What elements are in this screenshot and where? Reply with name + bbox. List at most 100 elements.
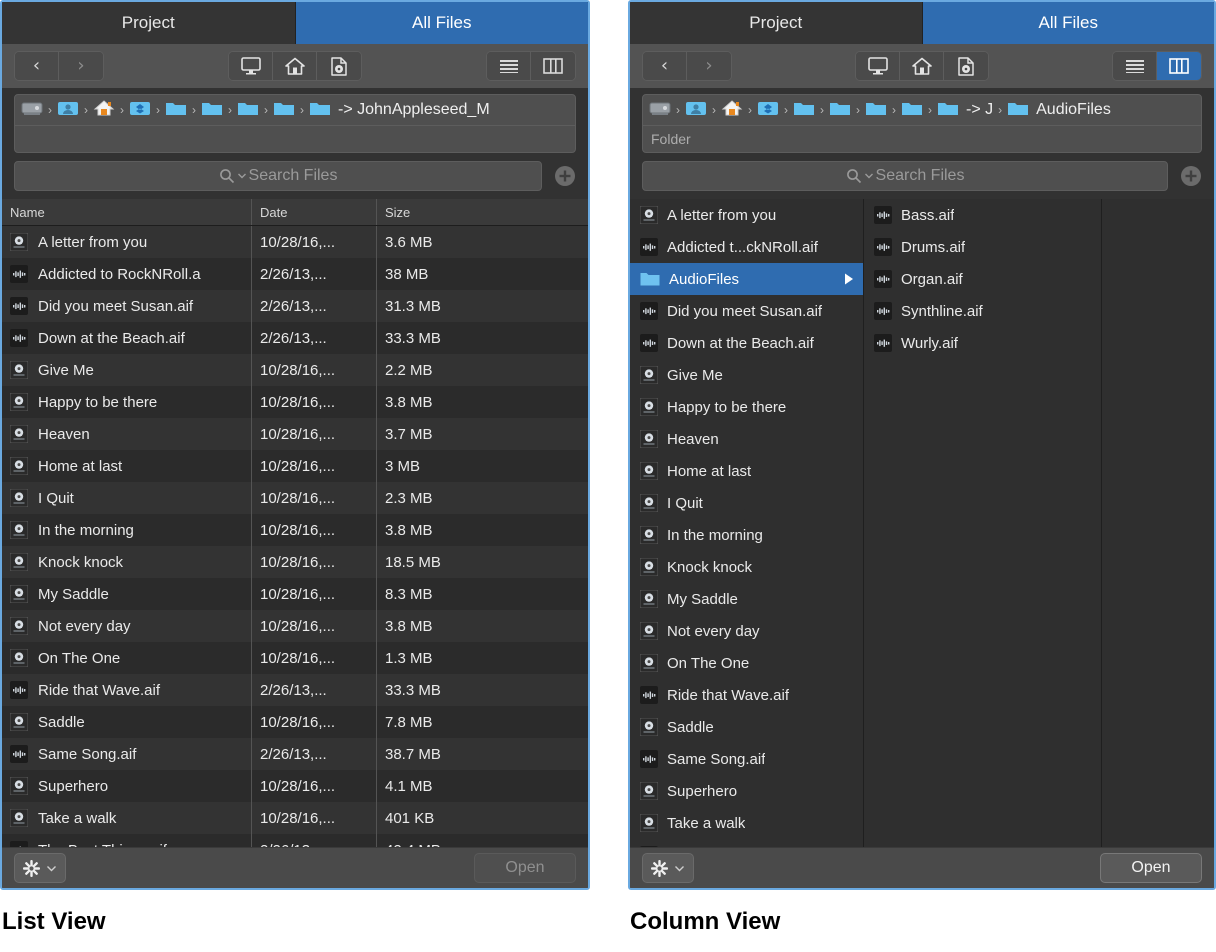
add-button-column[interactable] xyxy=(1180,165,1202,187)
table-row[interactable]: Heaven 10/28/16,... 3.7 MB xyxy=(2,418,588,450)
table-row[interactable]: Did you meet Susan.aif 2/26/13,... 31.3 MB xyxy=(2,290,588,322)
column-row[interactable]: The Best Things.aif xyxy=(630,839,863,847)
options-menu-button-list[interactable] xyxy=(14,853,66,883)
column-row[interactable]: Down at the Beach.aif xyxy=(630,327,863,359)
folder-icon[interactable] xyxy=(273,99,295,122)
table-row[interactable]: Happy to be there 10/28/16,... 3.8 MB xyxy=(2,386,588,418)
tab-all-files-list[interactable]: All Files xyxy=(295,2,588,44)
tab-project-column[interactable]: Project xyxy=(630,2,923,44)
column-header-date[interactable]: Date xyxy=(252,199,377,225)
folder-icon[interactable] xyxy=(793,99,815,122)
table-row[interactable]: A letter from you 10/28/16,... 3.6 MB xyxy=(2,226,588,258)
folder-icon[interactable] xyxy=(865,99,887,122)
column-row[interactable]: Addicted t...ckNRoll.aif xyxy=(630,231,863,263)
folder-icon[interactable] xyxy=(1007,99,1029,122)
cell-name: In the morning xyxy=(2,514,252,546)
column-row[interactable]: Home at last xyxy=(630,455,863,487)
path-bar-column[interactable]: › › › › › › › › -> J › AudioFiles xyxy=(643,95,1201,125)
folder-icon[interactable] xyxy=(309,99,331,122)
open-button-column[interactable]: Open xyxy=(1100,853,1202,883)
table-row[interactable]: Down at the Beach.aif 2/26/13,... 33.3 MB xyxy=(2,322,588,354)
column-row[interactable]: On The One xyxy=(630,647,863,679)
column-header-name[interactable]: Name xyxy=(2,199,252,225)
table-row[interactable]: Addicted to RockNRoll.a 2/26/13,... 38 MB xyxy=(2,258,588,290)
folder-icon[interactable] xyxy=(901,99,923,122)
folder-icon[interactable] xyxy=(237,99,259,122)
dropbox-folder-icon[interactable] xyxy=(757,99,779,122)
table-row[interactable]: Take a walk 10/28/16,... 401 KB xyxy=(2,802,588,834)
table-row[interactable]: On The One 10/28/16,... 1.3 MB xyxy=(2,642,588,674)
column-view-button-list[interactable] xyxy=(531,52,575,80)
column-row[interactable]: Give Me xyxy=(630,359,863,391)
open-button-list[interactable]: Open xyxy=(474,853,576,883)
tab-all-files-column[interactable]: All Files xyxy=(922,2,1214,44)
back-button-column[interactable]: ‹ xyxy=(643,52,687,80)
home-button-column[interactable] xyxy=(900,52,944,80)
table-row[interactable]: Not every day 10/28/16,... 3.8 MB xyxy=(2,610,588,642)
home-button-list[interactable] xyxy=(273,52,317,80)
column-view-button-column[interactable] xyxy=(1157,52,1201,80)
disc-document-button-column[interactable] xyxy=(944,52,988,80)
users-folder-icon[interactable] xyxy=(685,99,707,122)
path-bar-list[interactable]: › › › › › › › › -> JohnAppleseed_M xyxy=(15,95,575,125)
column-row[interactable]: Saddle xyxy=(630,711,863,743)
home-folder-icon[interactable] xyxy=(721,99,743,122)
table-row[interactable]: Give Me 10/28/16,... 2.2 MB xyxy=(2,354,588,386)
table-row[interactable]: Knock knock 10/28/16,... 18.5 MB xyxy=(2,546,588,578)
desktop-button-list[interactable] xyxy=(229,52,273,80)
list-view-button-column[interactable] xyxy=(1113,52,1157,80)
table-row[interactable]: In the morning 10/28/16,... 3.8 MB xyxy=(2,514,588,546)
list-view-button-list[interactable] xyxy=(487,52,531,80)
column-row[interactable]: A letter from you xyxy=(630,199,863,231)
table-row[interactable]: Superhero 10/28/16,... 4.1 MB xyxy=(2,770,588,802)
tab-project-list[interactable]: Project xyxy=(2,2,296,44)
column-row[interactable]: Ride that Wave.aif xyxy=(630,679,863,711)
folder-icon[interactable] xyxy=(201,99,223,122)
search-input-list[interactable]: Search Files xyxy=(14,161,542,191)
harddisk-icon[interactable] xyxy=(21,99,43,122)
table-row[interactable]: Ride that Wave.aif 2/26/13,... 33.3 MB xyxy=(2,674,588,706)
column-row[interactable]: Happy to be there xyxy=(630,391,863,423)
folder-icon[interactable] xyxy=(937,99,959,122)
desktop-button-column[interactable] xyxy=(856,52,900,80)
forward-button-column[interactable]: › xyxy=(687,52,731,80)
column-row[interactable]: Not every day xyxy=(630,615,863,647)
add-button-list[interactable] xyxy=(554,165,576,187)
column-row[interactable]: Take a walk xyxy=(630,807,863,839)
column-row[interactable]: Synthline.aif xyxy=(864,295,1101,327)
column-row[interactable]: Organ.aif xyxy=(864,263,1101,295)
tab-bar-list: Project All Files xyxy=(2,2,588,44)
column-pane-3 xyxy=(1102,199,1214,847)
column-row[interactable]: Bass.aif xyxy=(864,199,1101,231)
file-date-label: 10/28/16,... xyxy=(260,553,336,571)
column-row[interactable]: My Saddle xyxy=(630,583,863,615)
column-header-size[interactable]: Size xyxy=(377,199,588,225)
column-row[interactable]: Superhero xyxy=(630,775,863,807)
folder-icon[interactable] xyxy=(829,99,851,122)
disc-document-button-list[interactable] xyxy=(317,52,361,80)
column-row[interactable]: Heaven xyxy=(630,423,863,455)
harddisk-icon[interactable] xyxy=(649,99,671,122)
folder-icon[interactable] xyxy=(165,99,187,122)
column-row[interactable]: Drums.aif xyxy=(864,231,1101,263)
column-row[interactable]: Did you meet Susan.aif xyxy=(630,295,863,327)
dropbox-folder-icon[interactable] xyxy=(129,99,151,122)
search-input-column[interactable]: Search Files xyxy=(642,161,1168,191)
column-row[interactable]: I Quit xyxy=(630,487,863,519)
column-row[interactable]: Same Song.aif xyxy=(630,743,863,775)
users-folder-icon[interactable] xyxy=(57,99,79,122)
home-folder-icon[interactable] xyxy=(93,99,115,122)
column-row-selected[interactable]: AudioFiles xyxy=(630,263,863,295)
table-row[interactable]: Same Song.aif 2/26/13,... 38.7 MB xyxy=(2,738,588,770)
column-row[interactable]: Wurly.aif xyxy=(864,327,1101,359)
table-row[interactable]: I Quit 10/28/16,... 2.3 MB xyxy=(2,482,588,514)
table-row[interactable]: Saddle 10/28/16,... 7.8 MB xyxy=(2,706,588,738)
column-row[interactable]: In the morning xyxy=(630,519,863,551)
table-row[interactable]: My Saddle 10/28/16,... 8.3 MB xyxy=(2,578,588,610)
back-button-list[interactable]: ‹ xyxy=(15,52,59,80)
forward-button-list[interactable]: › xyxy=(59,52,103,80)
column-row[interactable]: Knock knock xyxy=(630,551,863,583)
table-row[interactable]: Home at last 10/28/16,... 3 MB xyxy=(2,450,588,482)
options-menu-button-column[interactable] xyxy=(642,853,694,883)
table-row[interactable]: The Best Things.aif 2/26/13,... 42.4 MB xyxy=(2,834,588,847)
